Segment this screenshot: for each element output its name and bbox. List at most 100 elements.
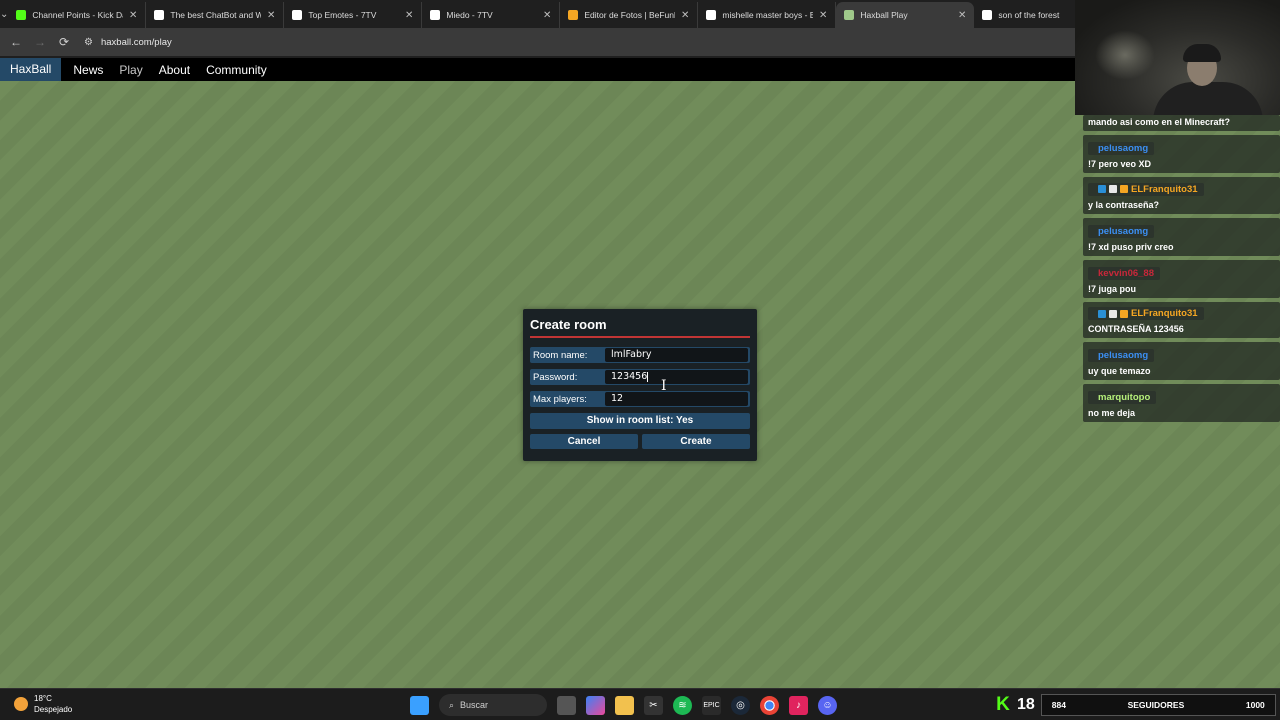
weather-widget[interactable]: 18°C Despejado: [14, 693, 72, 715]
password-input[interactable]: 123456: [605, 370, 748, 384]
webcam-person-body: [1153, 82, 1263, 115]
browser-tab[interactable]: Miedo - 7TV ✕: [422, 2, 561, 28]
browser-tab-title: The best ChatBot and Wi: [170, 10, 261, 20]
browser-tab-title: Miedo - 7TV: [446, 10, 493, 20]
room-name-input[interactable]: lmlFabry: [605, 348, 748, 362]
chat-message: pelusaomg uy que temazo: [1083, 342, 1280, 380]
close-tab-icon[interactable]: ✕: [819, 10, 827, 21]
file-explorer-icon[interactable]: [615, 695, 634, 715]
browser-tab-title: Haxball Play: [860, 10, 908, 20]
haxball-brand-link[interactable]: HaxBall: [0, 58, 62, 81]
max-players-label: Max players:: [533, 393, 587, 405]
chat-message-text: CONTRASEÑA 123456: [1088, 324, 1184, 334]
browser-tab-title: mishelle master boys - Bu: [722, 10, 813, 20]
chat-username-text: marquitopo: [1098, 392, 1151, 403]
dialog-button-row: Cancel Create: [530, 434, 750, 449]
chat-message: ELFranquito31 y la contraseña?: [1083, 177, 1280, 214]
spotify-icon[interactable]: ≋: [673, 695, 692, 715]
chat-username: pelusaomg: [1088, 224, 1155, 238]
close-tab-icon[interactable]: ✕: [405, 10, 413, 21]
chat-badge-icon: [1098, 309, 1106, 318]
close-tab-icon[interactable]: ✕: [958, 10, 966, 21]
max-players-input[interactable]: 12: [605, 392, 748, 406]
befunky-icon: [568, 10, 579, 20]
chat-message-text: mando asi como en el Minecraft?: [1088, 117, 1231, 127]
google-icon: [982, 10, 993, 20]
chat-username-text: pelusaomg: [1098, 143, 1149, 154]
url-text: haxball.com/play: [100, 36, 172, 48]
browser-tab[interactable]: Editor de Fotos | BeFunky ✕: [560, 2, 699, 28]
chat-username: pelusaomg: [1088, 142, 1155, 155]
chrome-icon[interactable]: [760, 695, 779, 715]
site-info-icon[interactable]: ⚙: [84, 37, 93, 48]
reload-icon[interactable]: ⟳: [52, 35, 76, 49]
close-tab-icon[interactable]: ✕: [129, 10, 137, 21]
url-field[interactable]: ⚙ haxball.com/play: [84, 37, 172, 48]
chat-username-text: pelusaomg: [1098, 225, 1149, 237]
chat-username: marquitopo: [1088, 391, 1157, 404]
nav-play[interactable]: Play: [111, 63, 150, 77]
forward-arrow-icon[interactable]: →: [28, 35, 52, 49]
kick-logo-icon: K: [996, 693, 1010, 715]
chat-username: kevvin06_88: [1088, 266, 1160, 280]
browser-tab-strip: ⌄ Channel Points - Kick Das ✕ The best Cha…: [0, 0, 1113, 28]
epic-games-icon[interactable]: EPIC: [702, 695, 721, 715]
task-view-icon[interactable]: [557, 695, 576, 715]
close-tab-icon[interactable]: ✕: [543, 10, 551, 21]
chat-message: kevvin06_88 !7 juga pou: [1083, 259, 1280, 298]
nav-news[interactable]: News: [65, 63, 111, 77]
chat-badge-icon: [1109, 185, 1117, 193]
google-icon: [706, 10, 717, 20]
chat-badge-icon: [1120, 185, 1128, 193]
followers-goal: 1000: [1245, 699, 1265, 710]
browser-tab-title: Top Emotes - 7TV: [308, 10, 377, 20]
cancel-button[interactable]: Cancel: [530, 434, 638, 449]
create-button[interactable]: Create: [642, 434, 750, 449]
kick-count: 18: [1017, 695, 1035, 713]
browser-tab-title: Editor de Fotos | BeFunky: [584, 10, 675, 20]
close-tab-icon[interactable]: ✕: [267, 10, 275, 21]
chat-username: pelusaomg: [1088, 349, 1155, 362]
search-icon: ⌕: [449, 699, 455, 710]
chat-message: mando asi como en el Minecraft?: [1083, 115, 1280, 131]
chat-badge-icon: [1098, 185, 1106, 193]
chat-message-text: uy que temazo: [1088, 366, 1151, 376]
steam-icon[interactable]: ◎: [731, 695, 750, 715]
kick-follow-widget: K 18 884 SEGUIDORES 1000: [993, 689, 1276, 720]
7tv-icon: [430, 10, 441, 20]
webcam-background-light: [1095, 30, 1155, 80]
discord-icon[interactable]: ☺: [818, 695, 837, 715]
browser-tab[interactable]: Haxball Play ✕: [836, 2, 975, 28]
max-players-row: Max players: 12: [530, 391, 750, 407]
chat-message-text: y la contraseña?: [1088, 199, 1160, 210]
browser-tab[interactable]: Top Emotes - 7TV ✕: [284, 2, 423, 28]
close-tab-icon[interactable]: ✕: [681, 10, 689, 21]
weather-sun-icon: [14, 697, 28, 711]
diamond-icon: [154, 10, 165, 20]
chat-message-text: !7 xd puso priv creo: [1088, 241, 1174, 252]
nav-about[interactable]: About: [151, 63, 198, 77]
back-arrow-icon[interactable]: ←: [4, 35, 28, 49]
windows-start-icon[interactable]: [410, 695, 429, 715]
chat-message: ELFranquito31 CONTRASEÑA 123456: [1083, 301, 1280, 338]
webcam-person-cap: [1183, 44, 1221, 62]
chat-message-text: !7 juga pou: [1088, 283, 1136, 294]
taskbar-apps: ⌕ Buscar ✂ ≋ EPIC ◎ ♪ ☺: [410, 694, 837, 716]
tab-search-chevron-icon[interactable]: ⌄: [0, 0, 8, 28]
show-in-room-list-toggle[interactable]: Show in room list: Yes: [530, 413, 750, 429]
browser-tab[interactable]: Channel Points - Kick Das ✕: [8, 2, 147, 28]
text-cursor-icon: I: [661, 378, 667, 394]
capcut-icon[interactable]: ✂: [644, 695, 663, 715]
nav-community[interactable]: Community: [198, 63, 275, 77]
weather-condition: Despejado: [34, 705, 73, 714]
tabs-container: Channel Points - Kick Das ✕ The best ChatB…: [8, 0, 1113, 28]
tiktok-icon[interactable]: ♪: [789, 695, 808, 715]
copilot-icon[interactable]: [586, 695, 605, 715]
browser-tab[interactable]: mishelle master boys - Bu ✕: [698, 2, 837, 28]
weather-temperature: 18°C: [34, 694, 52, 703]
password-label: Password:: [533, 371, 578, 383]
browser-tab[interactable]: The best ChatBot and Wi ✕: [146, 2, 285, 28]
text-caret: [647, 371, 649, 382]
taskbar-search[interactable]: ⌕ Buscar: [439, 694, 547, 716]
haxball-icon: [844, 10, 855, 20]
